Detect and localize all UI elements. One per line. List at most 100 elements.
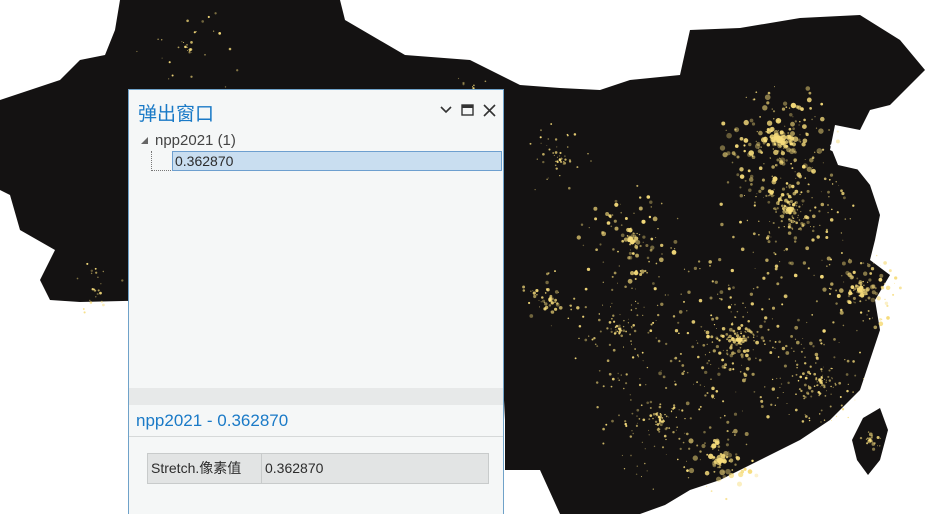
city-light [733,153,737,157]
city-light [772,110,776,113]
city-light [729,353,733,358]
city-light [725,443,729,447]
city-light [876,296,881,301]
city-light [715,476,722,482]
city-light [188,51,190,53]
city-light [839,310,844,315]
pane-splitter[interactable] [129,388,503,405]
city-light [578,337,580,340]
city-light [859,436,863,440]
popup-titlebar[interactable]: 弹出窗口 [129,90,503,130]
city-light [532,291,536,295]
city-light [766,415,770,419]
city-light [548,297,551,300]
city-light [736,339,739,342]
city-light [739,193,744,198]
city-light [713,323,716,326]
city-light [731,469,734,471]
city-light [630,271,635,276]
city-light [756,130,759,133]
city-light [673,239,678,244]
city-light [797,214,800,217]
city-light [582,315,585,318]
city-light [760,336,764,340]
city-light [614,331,617,334]
city-light [717,293,719,295]
city-light [554,151,558,154]
city-light [195,30,197,33]
city-light [168,61,171,64]
city-light [679,352,682,355]
city-light [623,319,625,322]
city-light [573,133,577,136]
maximize-icon[interactable] [458,101,476,119]
city-light [189,49,191,51]
city-light [872,262,874,264]
city-light [854,399,856,401]
city-light [606,327,609,330]
city-light [751,122,756,126]
city-light [679,447,682,451]
city-light [711,317,715,321]
city-light [649,414,653,417]
city-light [760,186,765,191]
city-light [561,157,563,160]
city-light [771,165,775,169]
city-light [729,344,733,348]
city-light [803,118,806,122]
tree-item-selected-value[interactable]: 0.362870 [172,151,502,171]
city-light [647,331,650,334]
city-light [771,387,775,391]
city-light [631,430,633,432]
features-tree[interactable]: npp2021 (1) 0.362870 [129,130,503,388]
city-light [869,272,873,275]
popup-window[interactable]: 弹出窗口 npp2021 (1) 0.362870 npp2021 - 0.36… [128,89,504,514]
city-light [671,407,673,410]
city-light [687,477,690,479]
city-light [721,121,726,126]
city-light [879,437,882,440]
city-light [100,300,103,303]
city-light [674,380,676,382]
city-light [803,347,805,349]
city-light [756,286,759,289]
city-light [755,140,757,143]
city-light [825,379,828,381]
city-light [822,287,827,292]
city-light [626,227,631,232]
city-light [696,444,699,447]
city-light [718,465,721,469]
city-light [678,437,681,440]
city-light [623,468,626,470]
city-light [540,301,542,303]
city-light [858,280,862,284]
city-light [612,314,615,317]
collapse-triangle-icon[interactable] [137,133,151,147]
city-light [830,282,834,286]
city-light [727,336,730,339]
city-light [727,287,731,291]
city-light [719,145,726,151]
city-light [628,236,632,240]
close-icon[interactable] [480,101,498,119]
city-light [758,358,762,362]
city-light [587,153,589,155]
city-light [660,302,664,306]
city-light [743,194,746,197]
chevron-down-icon[interactable] [437,101,455,119]
tree-layer-npp2021[interactable]: npp2021 (1) [137,131,236,149]
city-light [542,160,545,164]
city-light [559,160,563,163]
city-light [613,271,617,275]
city-light [764,316,768,320]
city-light [727,305,731,309]
city-light [558,155,561,157]
city-light [640,476,643,478]
city-light [828,292,832,296]
city-light [740,247,745,252]
city-light [611,377,615,381]
city-light [856,329,858,332]
city-light [867,310,870,312]
city-light [606,221,611,225]
city-light [576,166,579,169]
